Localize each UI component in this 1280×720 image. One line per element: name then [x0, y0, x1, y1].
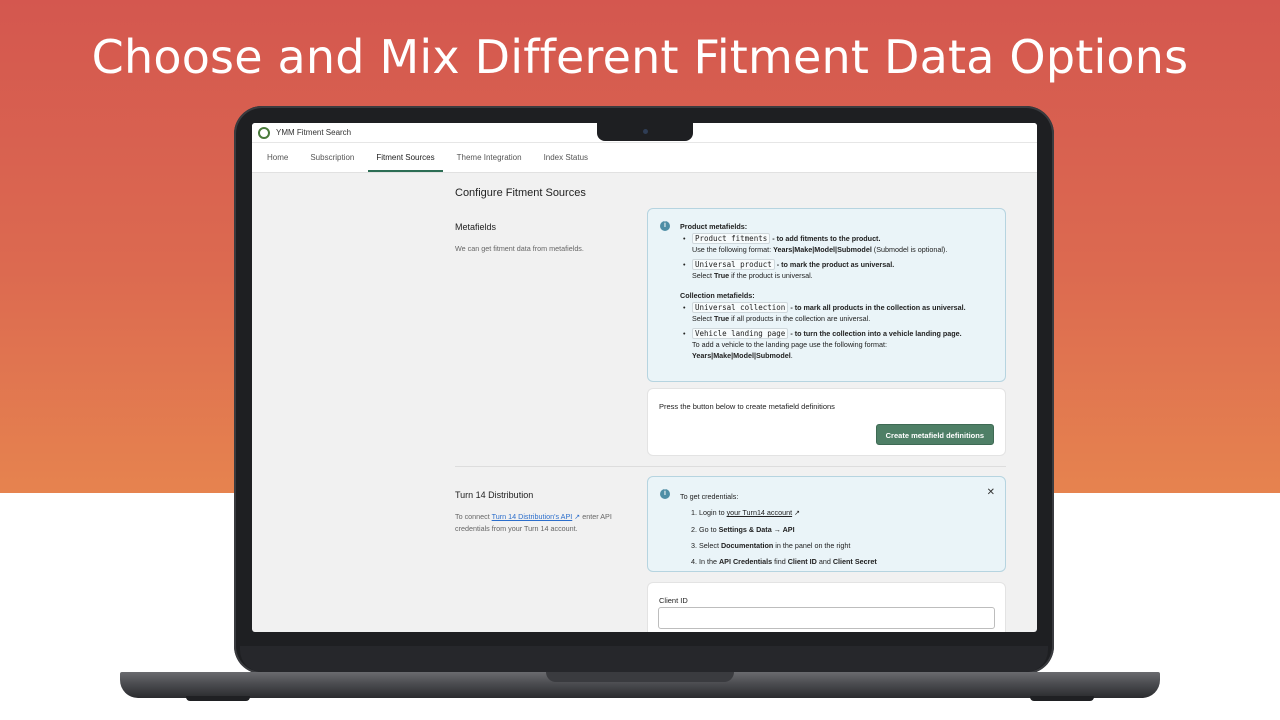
turn14-api-link[interactable]: Turn 14 Distribution's API: [492, 512, 573, 521]
step-strong: Documentation: [720, 540, 774, 550]
list-item: • Universal collection - to mark all pro…: [680, 302, 998, 324]
turn14-info-banner: i ✕ To get credentials: 1. Login to your…: [647, 476, 1006, 572]
step-text: and: [816, 557, 833, 567]
credentials-heading: To get credentials:: [680, 492, 739, 501]
step-strong: Client ID: [787, 557, 817, 567]
tab-fitment-sources[interactable]: Fitment Sources: [365, 143, 445, 172]
bullet-icon: •: [683, 329, 686, 338]
note-text: Select: [692, 314, 714, 323]
client-id-label: Client ID: [659, 596, 688, 605]
tab-index-status[interactable]: Index Status: [533, 143, 599, 172]
tab-subscription[interactable]: Subscription: [299, 143, 365, 172]
step-text: in the panel on the right: [773, 540, 851, 550]
turn14-section-description: To connect Turn 14 Distribution's API ↗ …: [455, 511, 630, 535]
metafield-note: Select True if all products in the colle…: [692, 313, 998, 324]
note-strong: Years|Make|Model|Submodel: [692, 351, 791, 360]
bullet-icon: •: [683, 303, 686, 312]
nav-tabs: Home Subscription Fitment Sources Theme …: [252, 143, 1037, 173]
metafield-code: Universal collection: [692, 302, 789, 313]
metafield-desc: - to mark the product as universal.: [776, 260, 895, 269]
metafield-code: Vehicle landing page: [692, 328, 789, 339]
laptop-foot-right: [1030, 696, 1094, 701]
turn14-section-title: Turn 14 Distribution: [455, 490, 534, 500]
camera-notch: [597, 123, 693, 141]
note-text: (Submodel is optional).: [871, 245, 948, 254]
list-item: • Product fitments - to add fitments to …: [680, 233, 998, 255]
client-id-input[interactable]: [658, 607, 995, 629]
metafields-section-title: Metafields: [455, 222, 497, 232]
page-title: Configure Fitment Sources: [455, 187, 586, 199]
external-link-icon: ↗: [792, 508, 801, 518]
metafields-info-banner: i Product metafields: • Product fitments…: [647, 208, 1006, 382]
laptop-chin: [240, 646, 1048, 672]
metafield-note: To add a vehicle to the landing page use…: [692, 340, 887, 349]
step-strong: API Credentials: [718, 557, 773, 567]
step-text: find: [772, 557, 788, 567]
laptop-base-notch: [546, 672, 734, 682]
tab-theme-integration[interactable]: Theme Integration: [446, 143, 533, 172]
create-metafield-definitions-button[interactable]: Create metafield definitions: [875, 424, 994, 445]
app-logo-icon: [258, 126, 270, 139]
step-strong: Settings & Data → API: [718, 524, 795, 534]
step-strong: Client Secret: [832, 557, 877, 567]
step-text: 2. Go to: [691, 524, 719, 534]
metafields-section-description: We can get fitment data from metafields.: [455, 244, 584, 253]
desc-text: To connect: [455, 512, 492, 521]
note-text: .: [790, 351, 793, 360]
metafields-info-body: Product metafields: • Product fitments -…: [680, 222, 998, 365]
list-item: • Universal product - to mark the produc…: [680, 259, 998, 281]
info-icon: i: [660, 221, 670, 231]
collection-metafields-heading: Collection metafields:: [680, 291, 755, 300]
info-icon: i: [660, 489, 670, 499]
metafield-note: Use the following format: Years|Make|Mod…: [692, 244, 998, 255]
note-strong: Years|Make|Model|Submodel: [773, 245, 872, 254]
metafield-desc: - to add fitments to the product.: [772, 234, 881, 243]
headline: Choose and Mix Different Fitment Data Op…: [91, 30, 1189, 84]
bullet-icon: •: [683, 260, 686, 269]
list-item: 2. Go to Settings & Data → API: [680, 522, 877, 538]
note-strong: True: [713, 271, 730, 280]
bullet-icon: •: [683, 234, 686, 243]
create-definitions-card: Press the button below to create metafie…: [647, 388, 1006, 456]
laptop-screen: YMM Fitment Search Home Subscription Fit…: [252, 123, 1037, 632]
metafield-code: Product fitments: [692, 233, 771, 244]
note-text: if the product is universal.: [729, 271, 813, 280]
app-title: YMM Fitment Search: [276, 128, 352, 137]
client-id-card: Client ID: [647, 582, 1006, 632]
list-item: • Vehicle landing page - to turn the col…: [680, 328, 998, 361]
list-item: 1. Login to your Turn14 account ↗: [680, 505, 877, 521]
list-item: 4. In the API Credentials find Client ID…: [680, 554, 877, 570]
list-item: 3. Select Documentation in the panel on …: [680, 538, 877, 554]
metafield-code: Universal product: [692, 259, 775, 270]
tab-home[interactable]: Home: [256, 143, 299, 172]
note-text: Select: [692, 271, 714, 280]
note-strong: True: [713, 314, 730, 323]
camera-icon: [643, 129, 648, 134]
laptop-foot-left: [186, 696, 250, 701]
note-text: if all products in the collection are un…: [729, 314, 871, 323]
step-text: 4. In the: [691, 557, 719, 567]
credentials-steps: To get credentials: 1. Login to your Tur…: [680, 489, 877, 570]
step-text: 1. Login to: [691, 508, 727, 518]
metafield-note: Select True if the product is universal.: [692, 270, 998, 281]
turn14-account-link[interactable]: your Turn14 account: [727, 508, 793, 517]
metafield-note: Years|Make|Model|Submodel.: [692, 350, 998, 361]
metafield-desc: - to turn the collection into a vehicle …: [790, 329, 962, 338]
step-text: 3. Select: [691, 540, 721, 550]
note-text: Use the following format:: [692, 245, 774, 254]
product-metafields-heading: Product metafields:: [680, 222, 748, 231]
create-definitions-text: Press the button below to create metafie…: [659, 402, 835, 411]
section-divider: [455, 466, 1006, 467]
metafield-desc: - to mark all products in the collection…: [790, 303, 966, 312]
close-icon[interactable]: ✕: [987, 487, 995, 498]
